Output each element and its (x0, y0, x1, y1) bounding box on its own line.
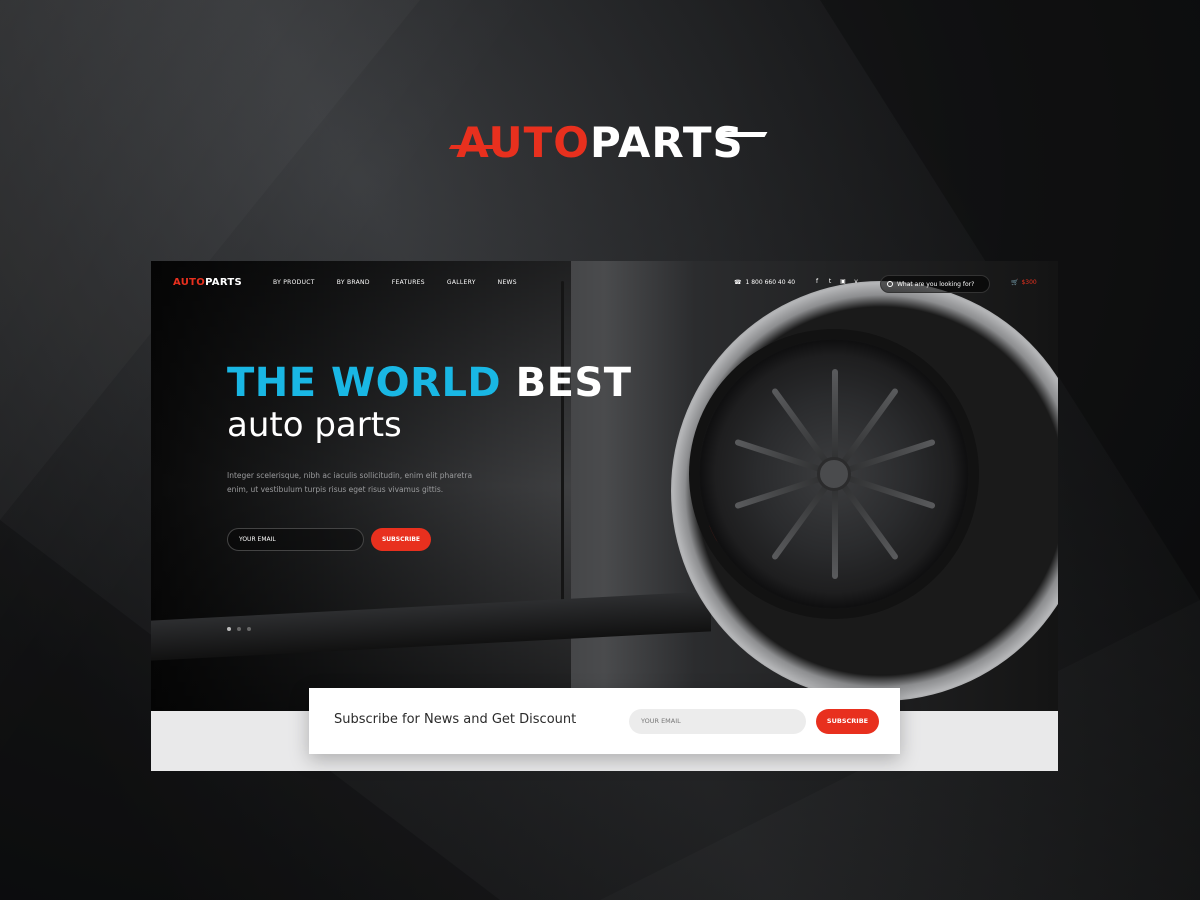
logo-parts-text: PARTS (589, 118, 744, 167)
nav-phone[interactable]: ☎ 1 800 660 40 40 (734, 279, 795, 286)
phone-number: 1 800 660 40 40 (745, 279, 796, 286)
logo-auto-text: AUTO (456, 118, 590, 167)
hero-subheadline: auto parts (227, 405, 402, 445)
social-links: f t ▣ v (814, 278, 859, 285)
nav-menu: BY PRODUCT BY BRAND FEATURES GALLERY NEW… (273, 279, 539, 286)
slider-dot[interactable] (247, 627, 251, 631)
site-navbar: AUTOPARTS BY PRODUCT BY BRAND FEATURES G… (151, 261, 1058, 307)
car-wheel (699, 339, 969, 609)
vimeo-icon[interactable]: v (853, 278, 859, 285)
cart-total: $300 (1021, 279, 1037, 286)
car-door-line (561, 281, 564, 611)
nav-item-gallery[interactable]: GALLERY (447, 279, 476, 286)
phone-icon: ☎ (734, 279, 742, 286)
nav-item-news[interactable]: NEWS (498, 279, 517, 286)
search-placeholder: What are you looking for? (897, 280, 975, 288)
cart-button[interactable]: 🛒 $300 (1011, 279, 1037, 286)
facebook-icon[interactable]: f (814, 278, 820, 285)
slider-dot[interactable] (227, 627, 231, 631)
subscribe-label: Subscribe for News and Get Discount (334, 712, 577, 727)
logo-swoosh-right (718, 132, 768, 137)
nav-item-by-product[interactable]: BY PRODUCT (273, 279, 315, 286)
slider-dot[interactable] (237, 627, 241, 631)
twitter-icon[interactable]: t (827, 278, 833, 285)
search-input[interactable]: What are you looking for? (880, 275, 990, 293)
hero-description: Integer scelerisque, nibh ac iaculis sol… (227, 471, 473, 494)
headline-highlight: THE WORLD (227, 360, 502, 406)
hero-email-input[interactable]: YOUR EMAIL (227, 528, 364, 551)
wheel-hub (817, 457, 851, 491)
main-logo: AUTO PARTS (0, 118, 1200, 167)
headline-rest: BEST (515, 360, 632, 406)
instagram-icon[interactable]: ▣ (840, 278, 846, 285)
nav-item-by-brand[interactable]: BY BRAND (337, 279, 370, 286)
search-icon (887, 281, 893, 287)
nav-logo[interactable]: AUTOPARTS (173, 277, 242, 288)
subscribe-email-input[interactable]: YOUR EMAIL (629, 709, 806, 734)
hero-subscribe-button[interactable]: SUBSCRIBE (371, 528, 431, 551)
cart-icon: 🛒 (1011, 279, 1019, 286)
subscribe-bar: Subscribe for News and Get Discount YOUR… (309, 688, 900, 754)
logo-swoosh-left (449, 145, 496, 149)
hero-section: AUTOPARTS BY PRODUCT BY BRAND FEATURES G… (151, 261, 1058, 711)
hero-headline: THE WORLD BEST (227, 360, 631, 406)
nav-item-features[interactable]: FEATURES (392, 279, 425, 286)
subscribe-button[interactable]: SUBSCRIBE (816, 709, 879, 734)
slider-dots (227, 627, 251, 631)
